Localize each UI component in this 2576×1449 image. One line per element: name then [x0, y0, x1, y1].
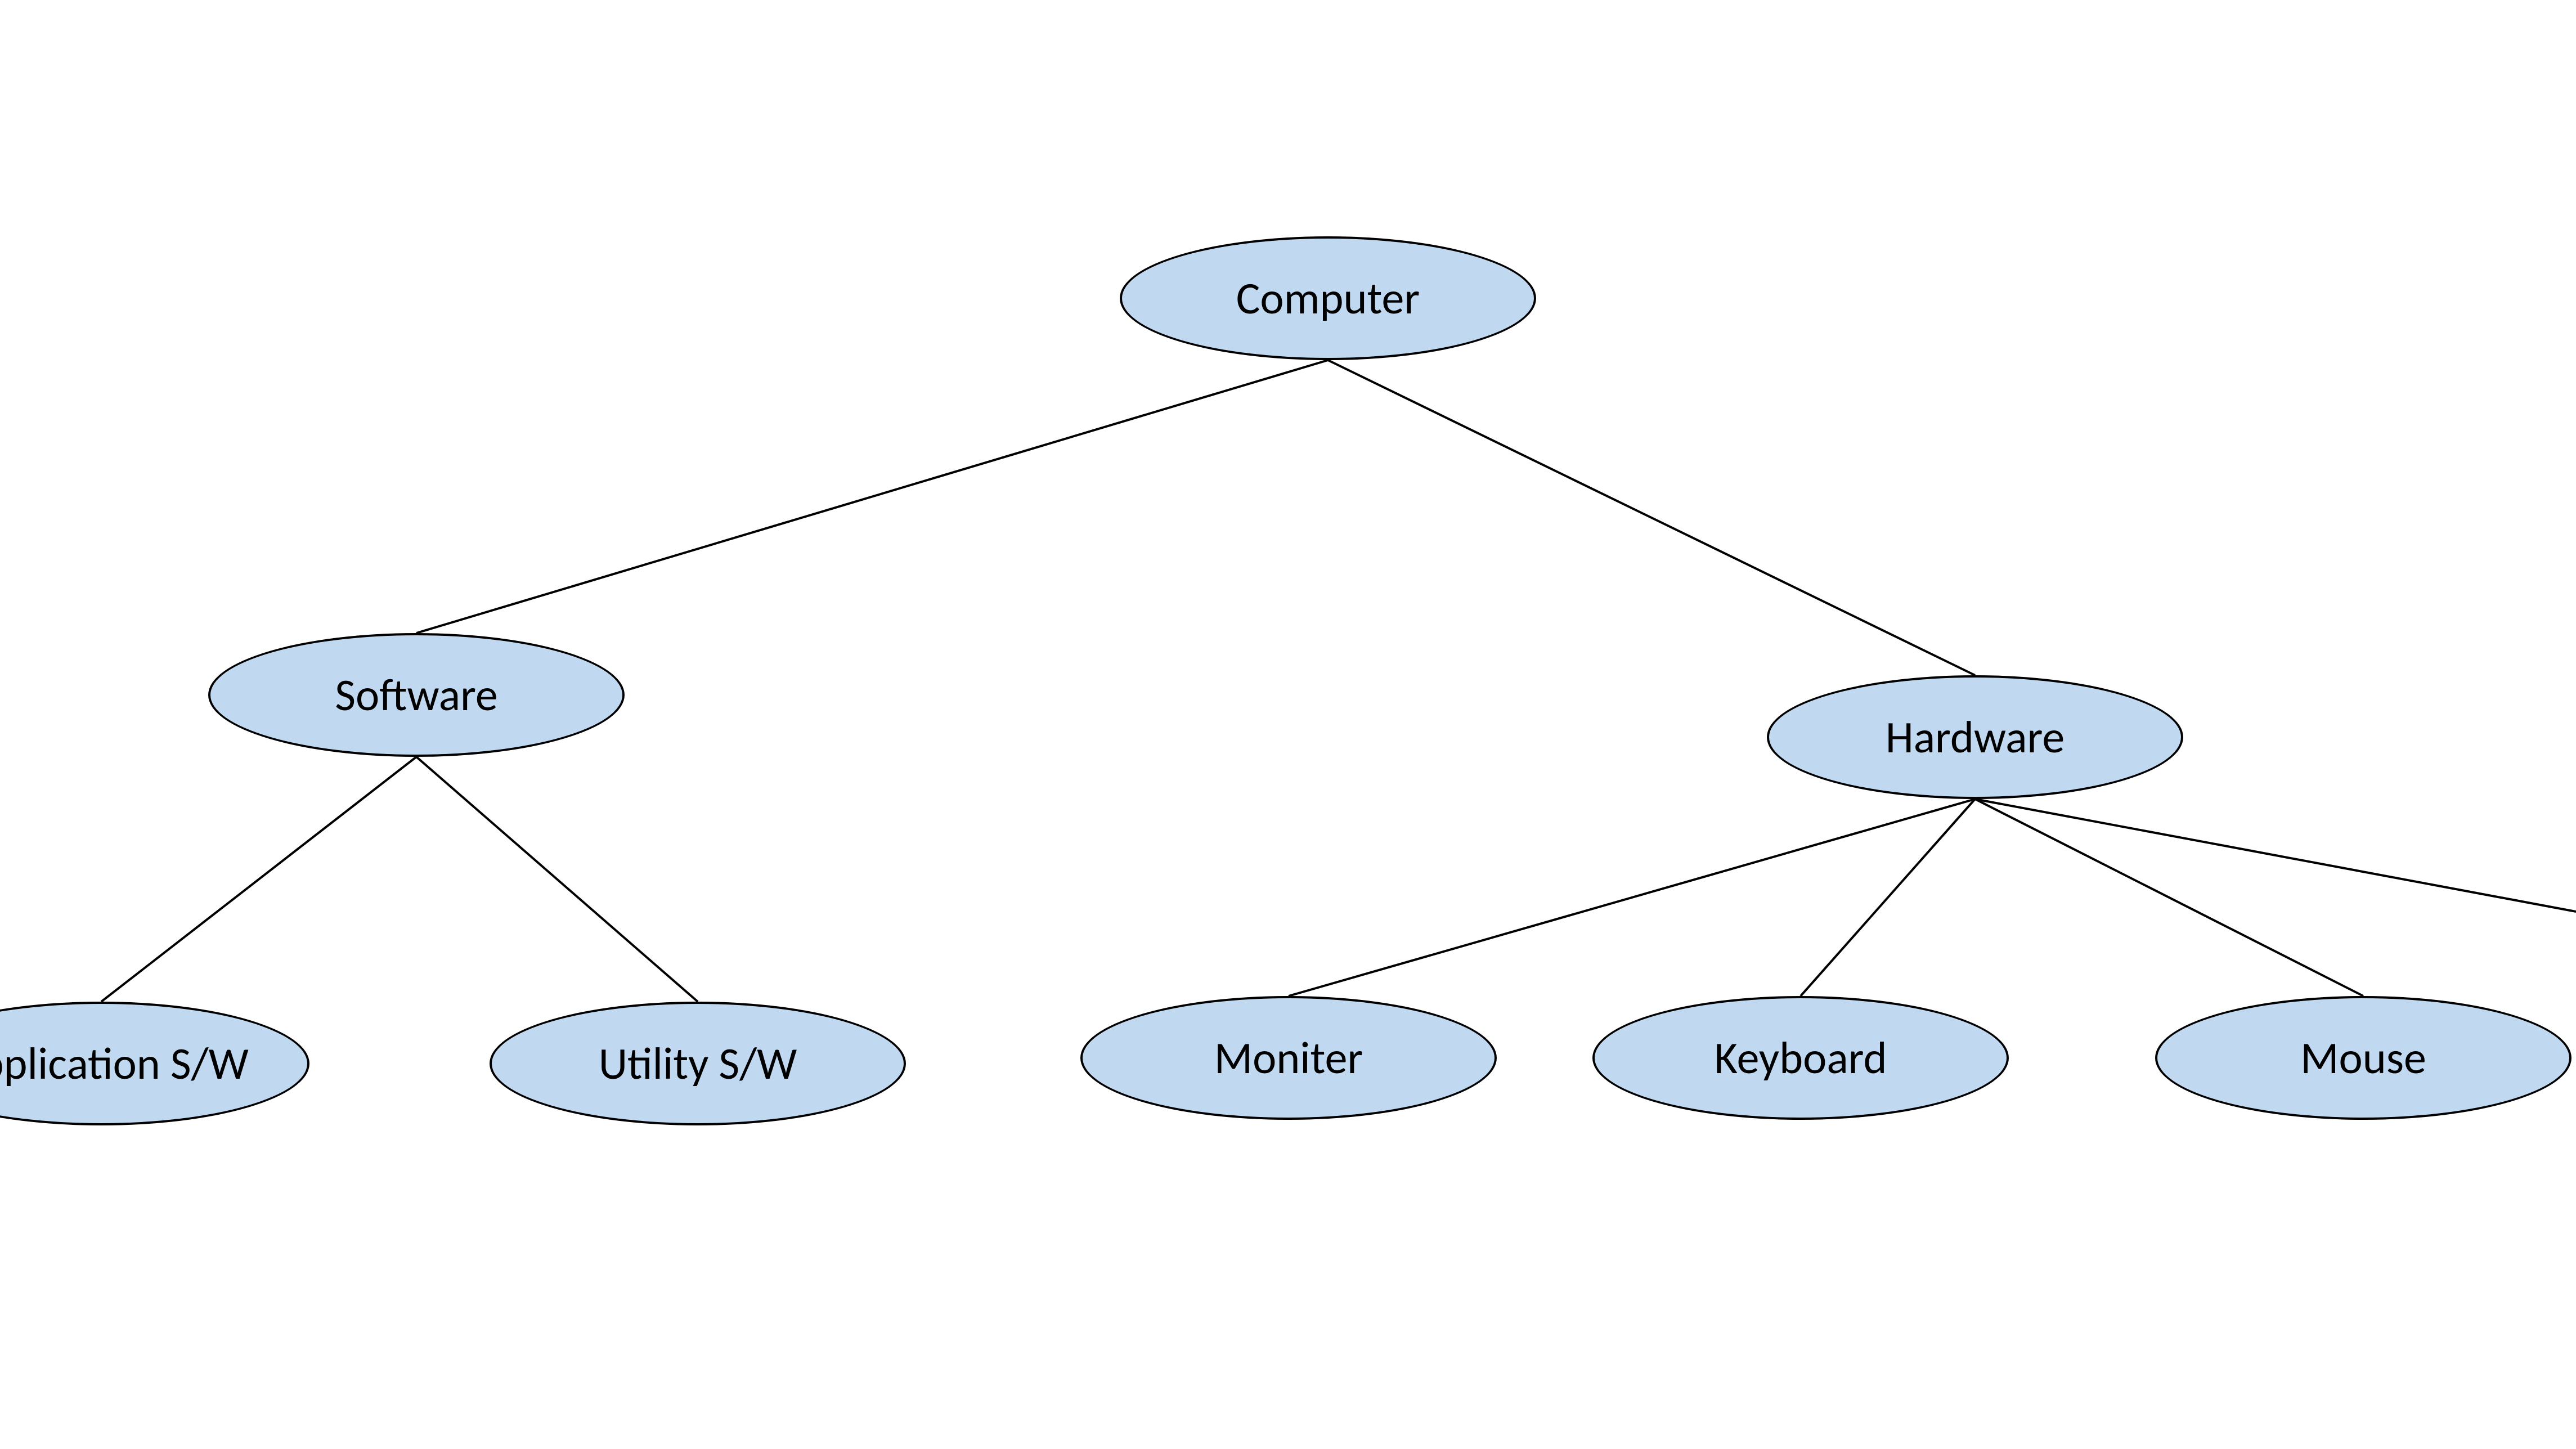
node-label: Computer	[1236, 271, 1420, 326]
edge-root-hardware	[1328, 360, 1975, 675]
node-mouse: Mouse	[2155, 996, 2571, 1120]
edge-hardware-mouse	[1975, 799, 2363, 996]
node-application-sw: Application S/W	[0, 1002, 309, 1125]
node-label: Software	[335, 668, 497, 723]
node-label: Keyboard	[1715, 1031, 1887, 1085]
edge-root-software	[416, 360, 1328, 633]
node-hardware: Hardware	[1767, 675, 2183, 799]
edge-software-utilsw	[416, 757, 698, 1002]
node-computer: Computer	[1120, 236, 1536, 360]
node-label: Utility S/W	[599, 1037, 797, 1091]
node-label: Moniter	[1214, 1031, 1363, 1085]
node-label: Application S/W	[0, 1037, 249, 1091]
node-keyboard: Keyboard	[1592, 996, 2009, 1120]
edge-hardware-keyboard	[1801, 799, 1975, 996]
edge-software-appsw	[101, 757, 416, 1002]
diagram-canvas: Computer Software Hardware Application S…	[0, 0, 2576, 1449]
edge-hardware-moniter	[1289, 799, 1975, 996]
node-label: Hardware	[1886, 710, 2065, 765]
edge-hardware-offscreen	[1975, 799, 2576, 912]
node-software: Software	[208, 633, 625, 757]
node-utility-sw: Utility S/W	[490, 1002, 906, 1125]
node-moniter: Moniter	[1080, 996, 1497, 1120]
node-label: Mouse	[2300, 1031, 2426, 1085]
